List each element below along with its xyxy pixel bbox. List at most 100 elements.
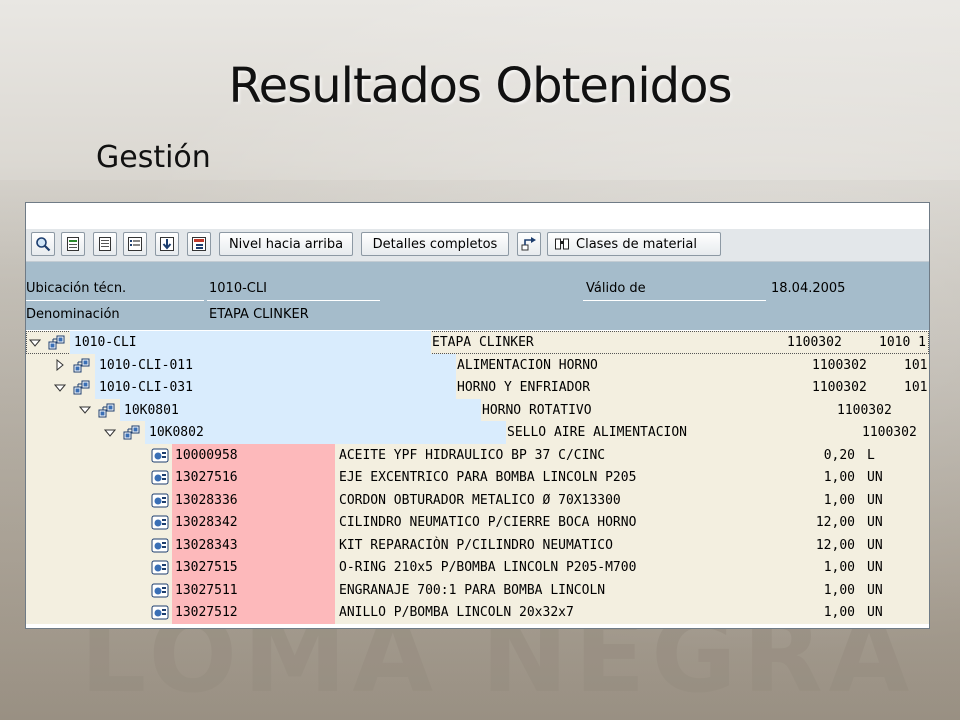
material-id: 13027516 bbox=[175, 470, 238, 485]
valid-from-underline bbox=[583, 300, 766, 301]
material-id-cell: 13027516 bbox=[172, 466, 335, 489]
tree-node-row[interactable]: 10K0801 HORNO ROTATIVO 1100302 bbox=[26, 398, 929, 422]
material-row[interactable]: 13027511 ENGRANAJE 700:1 PARA BOMBA LINCO… bbox=[26, 578, 929, 602]
material-quantity: 0,20 bbox=[823, 447, 855, 463]
material-quantity: 1,00 bbox=[823, 492, 855, 508]
expand-arrow-icon[interactable] bbox=[53, 376, 67, 399]
node-description: HORNO Y ENFRIADOR bbox=[457, 380, 591, 395]
material-description: ENGRANAJE 700:1 PARA BOMBA LINCOLN bbox=[339, 582, 606, 598]
hierarchy-icon[interactable] bbox=[187, 232, 211, 256]
document-list-icon[interactable] bbox=[93, 232, 117, 256]
node-description: HORNO ROTATIVO bbox=[482, 402, 592, 418]
location-value: 1010-CLI bbox=[209, 281, 267, 296]
tree-node-row[interactable]: 10K0802 SELLO AIRE ALIMENTACION 1100302 bbox=[26, 421, 929, 444]
node-code: 1100302 bbox=[787, 335, 842, 350]
functional-location-icon bbox=[123, 424, 141, 441]
material-description: KIT REPARACIÒN P/CILINDRO NEUMATICO bbox=[339, 537, 613, 553]
material-description: EJE EXCENTRICO PARA BOMBA LINCOLN P205 bbox=[339, 470, 637, 485]
material-icon bbox=[151, 604, 169, 621]
material-id: 13028343 bbox=[175, 537, 238, 553]
material-id: 13027511 bbox=[175, 582, 238, 598]
material-id: 13027515 bbox=[175, 560, 238, 575]
material-unit: UN bbox=[867, 470, 883, 485]
node-id: 1010-CLI-011 bbox=[99, 357, 193, 373]
slide-subtitle: Gestión bbox=[96, 140, 211, 175]
material-id-cell: 13028343 bbox=[172, 533, 335, 557]
navigation-icon[interactable] bbox=[517, 232, 541, 256]
functional-location-icon bbox=[48, 334, 66, 351]
level-up-button[interactable]: Nivel hacia arriba bbox=[219, 232, 353, 256]
material-row[interactable]: 13027515 O-RING 210x5 P/BOMBA LINCOLN P20… bbox=[26, 556, 929, 579]
node-description: ALIMENTACION HORNO bbox=[457, 357, 598, 373]
node-id-cell: 1010-CLI bbox=[70, 331, 431, 354]
binoculars-icon bbox=[555, 238, 569, 250]
material-id-cell: 13028342 bbox=[172, 511, 335, 534]
node-code: 1100302 bbox=[837, 402, 892, 418]
material-row[interactable]: 13027516 EJE EXCENTRICO PARA BOMBA LINCOL… bbox=[26, 466, 929, 489]
material-quantity: 12,00 bbox=[815, 515, 855, 530]
tree-node-row[interactable]: 1010-CLI ETAPA CLINKER 1100302 1010 1 bbox=[26, 331, 929, 354]
material-quantity: 1,00 bbox=[823, 582, 855, 598]
toolbar: Nivel hacia arriba Detalles completos Cl… bbox=[26, 229, 929, 262]
material-icon bbox=[151, 447, 169, 464]
material-description: ACEITE YPF HIDRAULICO BP 37 C/CINC bbox=[339, 447, 606, 463]
slide-title: Resultados Obtenidos bbox=[228, 58, 732, 114]
node-code: 1100302 bbox=[812, 357, 867, 373]
material-id-cell: 10000958 bbox=[172, 443, 335, 467]
material-icon bbox=[151, 559, 169, 576]
material-icon bbox=[151, 469, 169, 486]
node-id: 1010-CLI-031 bbox=[99, 380, 193, 395]
document-icon[interactable] bbox=[61, 232, 85, 256]
node-id: 10K0801 bbox=[124, 402, 179, 418]
node-id-cell: 1010-CLI-011 bbox=[95, 353, 456, 377]
material-id: 13028336 bbox=[175, 492, 238, 508]
material-id-cell: 13027515 bbox=[172, 556, 335, 579]
material-unit: UN bbox=[867, 605, 883, 620]
material-quantity: 1,00 bbox=[823, 605, 855, 620]
material-classes-button[interactable]: Clases de material bbox=[547, 232, 721, 256]
download-icon[interactable] bbox=[155, 232, 179, 256]
denomination-value: ETAPA CLINKER bbox=[209, 307, 309, 322]
functional-location-icon bbox=[73, 379, 91, 396]
material-row[interactable]: 13027512 ANILLO P/BOMBA LINCOLN 20x32x7 1,… bbox=[26, 601, 929, 624]
find-icon[interactable] bbox=[31, 232, 55, 256]
full-details-button[interactable]: Detalles completos bbox=[361, 232, 509, 256]
material-icon bbox=[151, 582, 169, 599]
functional-location-icon bbox=[98, 402, 116, 419]
material-row[interactable]: 10000958 ACEITE YPF HIDRAULICO BP 37 C/CI… bbox=[26, 443, 929, 467]
list-icon[interactable] bbox=[123, 232, 147, 256]
material-id: 13027512 bbox=[175, 605, 238, 620]
material-row[interactable]: 13028336 CORDON OBTURADOR METALICO Ø 70X1… bbox=[26, 488, 929, 512]
material-row[interactable]: 13028342 CILINDRO NEUMATICO P/CIERRE BOCA… bbox=[26, 511, 929, 534]
material-unit: UN bbox=[867, 492, 883, 508]
material-unit: UN bbox=[867, 515, 883, 530]
node-id: 1010-CLI bbox=[74, 335, 137, 350]
material-description: CORDON OBTURADOR METALICO Ø 70X13300 bbox=[339, 492, 621, 508]
functional-location-icon bbox=[73, 357, 91, 374]
material-quantity: 1,00 bbox=[823, 470, 855, 485]
node-extra: 1010 1 bbox=[879, 335, 926, 350]
expand-arrow-icon[interactable] bbox=[28, 331, 42, 354]
material-description: CILINDRO NEUMATICO P/CIERRE BOCA HORNO bbox=[339, 515, 637, 530]
material-description: ANILLO P/BOMBA LINCOLN 20x32x7 bbox=[339, 605, 574, 620]
material-icon bbox=[151, 492, 169, 509]
collapse-arrow-icon[interactable] bbox=[53, 354, 67, 377]
material-icon bbox=[151, 514, 169, 531]
tree-node-row[interactable]: 1010-CLI-031 HORNO Y ENFRIADOR 1100302 101 bbox=[26, 376, 929, 399]
material-id-cell: 13027511 bbox=[172, 578, 335, 602]
node-description: SELLO AIRE ALIMENTACION bbox=[507, 425, 688, 440]
expand-arrow-icon[interactable] bbox=[103, 421, 117, 444]
node-extra: 101 bbox=[904, 380, 928, 395]
node-description: ETAPA CLINKER bbox=[432, 335, 534, 350]
material-unit: UN bbox=[867, 582, 883, 598]
node-id-cell: 1010-CLI-031 bbox=[95, 376, 456, 399]
expand-arrow-icon[interactable] bbox=[78, 399, 92, 422]
tree-node-row[interactable]: 1010-CLI-011 ALIMENTACION HORNO 1100302 101 bbox=[26, 353, 929, 377]
valid-from-label: Válido de bbox=[586, 281, 646, 296]
structure-tree: 1010-CLI ETAPA CLINKER 1100302 1010 1 1010-C… bbox=[26, 331, 929, 628]
material-row[interactable]: 13028343 KIT REPARACIÒN P/CILINDRO NEUMAT… bbox=[26, 533, 929, 557]
location-value-underline bbox=[207, 300, 380, 301]
material-id-cell: 13027512 bbox=[172, 601, 335, 624]
denomination-label: Denominación bbox=[26, 307, 120, 322]
material-id-cell: 13028336 bbox=[172, 488, 335, 512]
